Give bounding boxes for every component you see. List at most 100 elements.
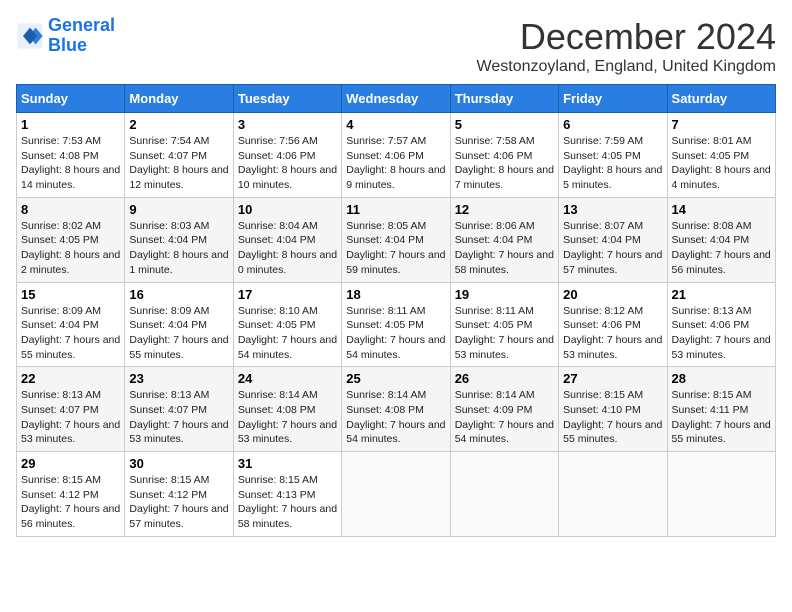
day-number: 26 [455,371,554,386]
calendar-cell: 24 Sunrise: 8:14 AM Sunset: 4:08 PM Dayl… [233,367,341,452]
calendar-week-row-2: 8 Sunrise: 8:02 AM Sunset: 4:05 PM Dayli… [17,197,776,282]
day-info: Sunrise: 8:14 AM Sunset: 4:08 PM Dayligh… [346,388,445,447]
sunset-label: Sunset: 4:04 PM [21,319,99,331]
daylight-label: Daylight: 7 hours and 53 minutes. [238,419,337,446]
sunset-label: Sunset: 4:04 PM [455,234,533,246]
day-info: Sunrise: 7:59 AM Sunset: 4:05 PM Dayligh… [563,134,662,193]
col-sunday: Sunday [17,85,125,113]
daylight-label: Daylight: 8 hours and 12 minutes. [129,164,228,191]
calendar-cell: 20 Sunrise: 8:12 AM Sunset: 4:06 PM Dayl… [559,282,667,367]
sunrise-label: Sunrise: 8:11 AM [455,305,534,317]
day-info: Sunrise: 8:03 AM Sunset: 4:04 PM Dayligh… [129,219,228,278]
sunset-label: Sunset: 4:07 PM [129,150,207,162]
daylight-label: Daylight: 8 hours and 1 minute. [129,249,228,276]
calendar-cell: 28 Sunrise: 8:15 AM Sunset: 4:11 PM Dayl… [667,367,775,452]
calendar-cell: 15 Sunrise: 8:09 AM Sunset: 4:04 PM Dayl… [17,282,125,367]
sunrise-label: Sunrise: 7:54 AM [129,135,209,147]
sunrise-label: Sunrise: 8:14 AM [346,389,426,401]
calendar-cell: 25 Sunrise: 8:14 AM Sunset: 4:08 PM Dayl… [342,367,450,452]
day-number: 6 [563,117,662,132]
sunrise-label: Sunrise: 8:09 AM [21,305,101,317]
sunrise-label: Sunrise: 8:06 AM [455,220,535,232]
day-number: 3 [238,117,337,132]
sunrise-label: Sunrise: 8:11 AM [346,305,425,317]
sunset-label: Sunset: 4:07 PM [21,404,99,416]
daylight-label: Daylight: 7 hours and 54 minutes. [346,334,445,361]
day-info: Sunrise: 8:07 AM Sunset: 4:04 PM Dayligh… [563,219,662,278]
sunset-label: Sunset: 4:08 PM [21,150,99,162]
day-number: 30 [129,456,228,471]
day-number: 24 [238,371,337,386]
calendar-cell: 3 Sunrise: 7:56 AM Sunset: 4:06 PM Dayli… [233,113,341,198]
daylight-label: Daylight: 7 hours and 55 minutes. [563,419,662,446]
daylight-label: Daylight: 7 hours and 56 minutes. [21,503,120,530]
daylight-label: Daylight: 8 hours and 9 minutes. [346,164,445,191]
sunset-label: Sunset: 4:10 PM [563,404,641,416]
calendar-cell: 16 Sunrise: 8:09 AM Sunset: 4:04 PM Dayl… [125,282,233,367]
sunset-label: Sunset: 4:05 PM [455,319,533,331]
calendar-cell: 29 Sunrise: 8:15 AM Sunset: 4:12 PM Dayl… [17,452,125,537]
calendar-cell: 4 Sunrise: 7:57 AM Sunset: 4:06 PM Dayli… [342,113,450,198]
sunrise-label: Sunrise: 8:13 AM [21,389,101,401]
sunrise-label: Sunrise: 8:15 AM [672,389,752,401]
sunrise-label: Sunrise: 8:09 AM [129,305,209,317]
calendar-cell [559,452,667,537]
day-info: Sunrise: 8:15 AM Sunset: 4:12 PM Dayligh… [21,473,120,532]
col-friday: Friday [559,85,667,113]
daylight-label: Daylight: 7 hours and 58 minutes. [455,249,554,276]
calendar-cell: 2 Sunrise: 7:54 AM Sunset: 4:07 PM Dayli… [125,113,233,198]
sunset-label: Sunset: 4:05 PM [672,150,750,162]
day-number: 21 [672,287,771,302]
calendar-table: Sunday Monday Tuesday Wednesday Thursday… [16,84,776,537]
logo: General Blue [16,16,115,56]
logo-icon [16,22,44,50]
month-title: December 2024 [477,16,776,58]
calendar-week-row-3: 15 Sunrise: 8:09 AM Sunset: 4:04 PM Dayl… [17,282,776,367]
day-info: Sunrise: 8:08 AM Sunset: 4:04 PM Dayligh… [672,219,771,278]
daylight-label: Daylight: 7 hours and 53 minutes. [129,419,228,446]
sunrise-label: Sunrise: 8:05 AM [346,220,426,232]
day-number: 1 [21,117,120,132]
daylight-label: Daylight: 8 hours and 14 minutes. [21,164,120,191]
day-number: 16 [129,287,228,302]
daylight-label: Daylight: 7 hours and 56 minutes. [672,249,771,276]
calendar-cell: 19 Sunrise: 8:11 AM Sunset: 4:05 PM Dayl… [450,282,558,367]
day-number: 9 [129,202,228,217]
sunset-label: Sunset: 4:06 PM [672,319,750,331]
sunrise-label: Sunrise: 7:59 AM [563,135,643,147]
calendar-week-row-4: 22 Sunrise: 8:13 AM Sunset: 4:07 PM Dayl… [17,367,776,452]
day-info: Sunrise: 7:56 AM Sunset: 4:06 PM Dayligh… [238,134,337,193]
sunrise-label: Sunrise: 7:57 AM [346,135,426,147]
day-info: Sunrise: 8:11 AM Sunset: 4:05 PM Dayligh… [455,304,554,363]
sunset-label: Sunset: 4:07 PM [129,404,207,416]
calendar-week-row-5: 29 Sunrise: 8:15 AM Sunset: 4:12 PM Dayl… [17,452,776,537]
calendar-cell: 6 Sunrise: 7:59 AM Sunset: 4:05 PM Dayli… [559,113,667,198]
sunrise-label: Sunrise: 8:10 AM [238,305,318,317]
sunset-label: Sunset: 4:04 PM [672,234,750,246]
sunset-label: Sunset: 4:05 PM [238,319,316,331]
day-info: Sunrise: 8:09 AM Sunset: 4:04 PM Dayligh… [129,304,228,363]
day-info: Sunrise: 8:01 AM Sunset: 4:05 PM Dayligh… [672,134,771,193]
col-tuesday: Tuesday [233,85,341,113]
calendar-week-row-1: 1 Sunrise: 7:53 AM Sunset: 4:08 PM Dayli… [17,113,776,198]
day-info: Sunrise: 8:02 AM Sunset: 4:05 PM Dayligh… [21,219,120,278]
day-number: 22 [21,371,120,386]
day-number: 25 [346,371,445,386]
day-number: 17 [238,287,337,302]
sunset-label: Sunset: 4:06 PM [238,150,316,162]
sunset-label: Sunset: 4:05 PM [21,234,99,246]
calendar-cell [450,452,558,537]
day-number: 31 [238,456,337,471]
sunset-label: Sunset: 4:09 PM [455,404,533,416]
day-number: 15 [21,287,120,302]
sunset-label: Sunset: 4:06 PM [563,319,641,331]
sunrise-label: Sunrise: 8:08 AM [672,220,752,232]
day-number: 8 [21,202,120,217]
daylight-label: Daylight: 7 hours and 55 minutes. [672,419,771,446]
day-info: Sunrise: 8:14 AM Sunset: 4:08 PM Dayligh… [238,388,337,447]
daylight-label: Daylight: 7 hours and 57 minutes. [129,503,228,530]
daylight-label: Daylight: 7 hours and 59 minutes. [346,249,445,276]
calendar-cell: 9 Sunrise: 8:03 AM Sunset: 4:04 PM Dayli… [125,197,233,282]
day-info: Sunrise: 8:09 AM Sunset: 4:04 PM Dayligh… [21,304,120,363]
subtitle: Westonzoyland, England, United Kingdom [477,58,776,76]
